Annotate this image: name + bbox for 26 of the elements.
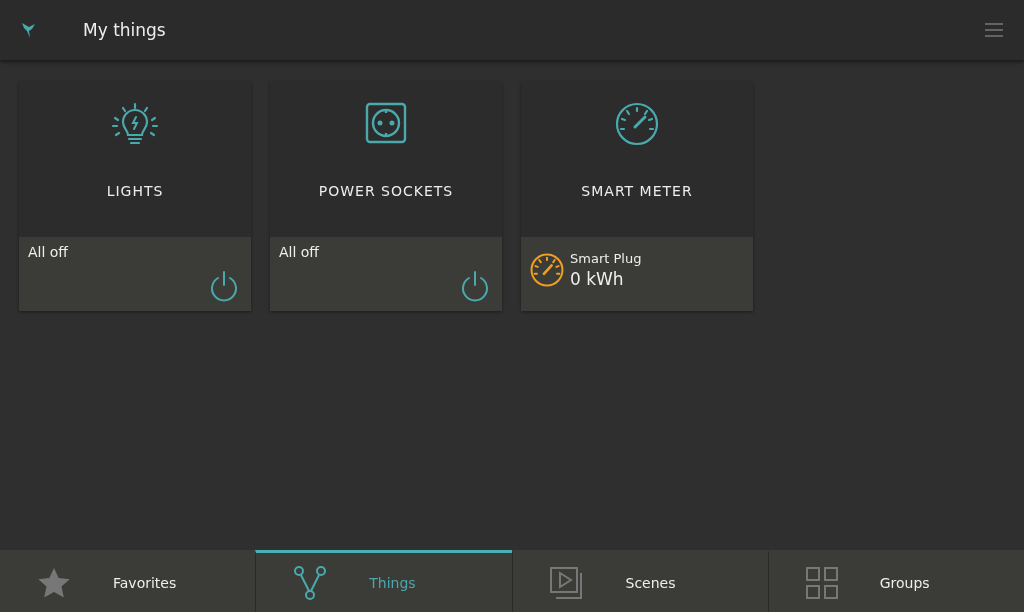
page-title: My things — [83, 20, 166, 40]
thing-card[interactable]: LIGHTS All off — [19, 82, 251, 311]
thing-card[interactable]: SMART METER Smart Plug 0 kWh — [521, 82, 753, 311]
device-name: Smart Plug — [570, 251, 642, 266]
grid-icon — [805, 566, 838, 599]
nav-tab[interactable]: Scenes — [511, 550, 768, 612]
nav-tab[interactable]: Things — [255, 550, 512, 612]
star-icon — [37, 566, 71, 599]
power-socket-icon — [365, 102, 407, 144]
play-frames-icon — [549, 566, 584, 599]
power-icon[interactable] — [209, 270, 239, 302]
thing-card[interactable]: POWER SOCKETS All off — [270, 82, 502, 311]
card-title: POWER SOCKETS — [318, 183, 454, 199]
energy-reading: 0 kWh — [570, 269, 625, 289]
card-title: SMART METER — [581, 183, 693, 199]
card-title: LIGHTS — [106, 183, 164, 199]
status-text: All off — [28, 244, 69, 260]
status-text: All off — [279, 244, 320, 260]
nav-tab[interactable]: Favorites — [0, 550, 256, 612]
gauge-icon — [530, 253, 564, 287]
power-icon[interactable] — [460, 270, 490, 302]
nav-tab[interactable]: Groups — [767, 550, 1024, 612]
menu-icon[interactable] — [984, 22, 1004, 38]
leaf-logo-icon — [21, 21, 37, 39]
branch-icon — [293, 565, 328, 600]
gauge-icon — [615, 102, 659, 146]
